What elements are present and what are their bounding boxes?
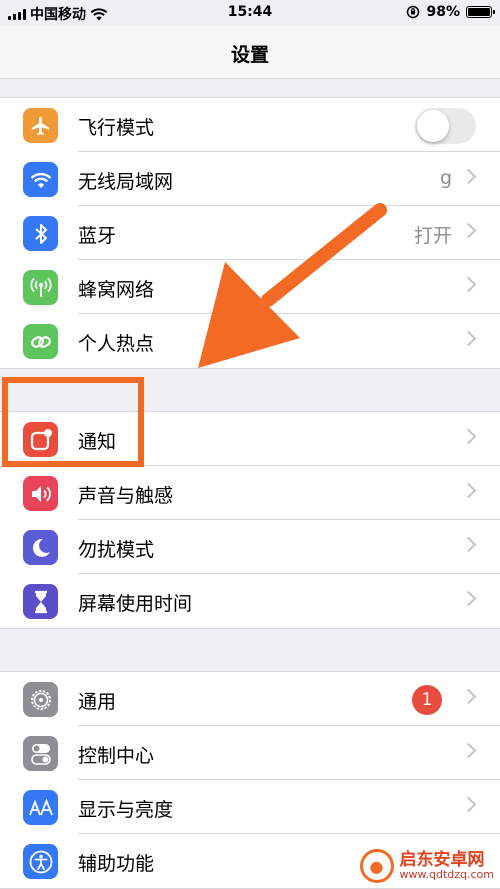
watermark-logo-icon: ●: [359, 849, 394, 883]
watermark-url: www.qdtdzq.com: [399, 868, 494, 882]
watermark-text: 启东安卓网 www.qdtdzq.com: [399, 849, 494, 882]
watermark-title: 启东安卓网: [399, 849, 485, 870]
annotation-arrow: [198, 203, 387, 368]
watermark: ● 启东安卓网 www.qdtdzq.com: [359, 849, 494, 883]
